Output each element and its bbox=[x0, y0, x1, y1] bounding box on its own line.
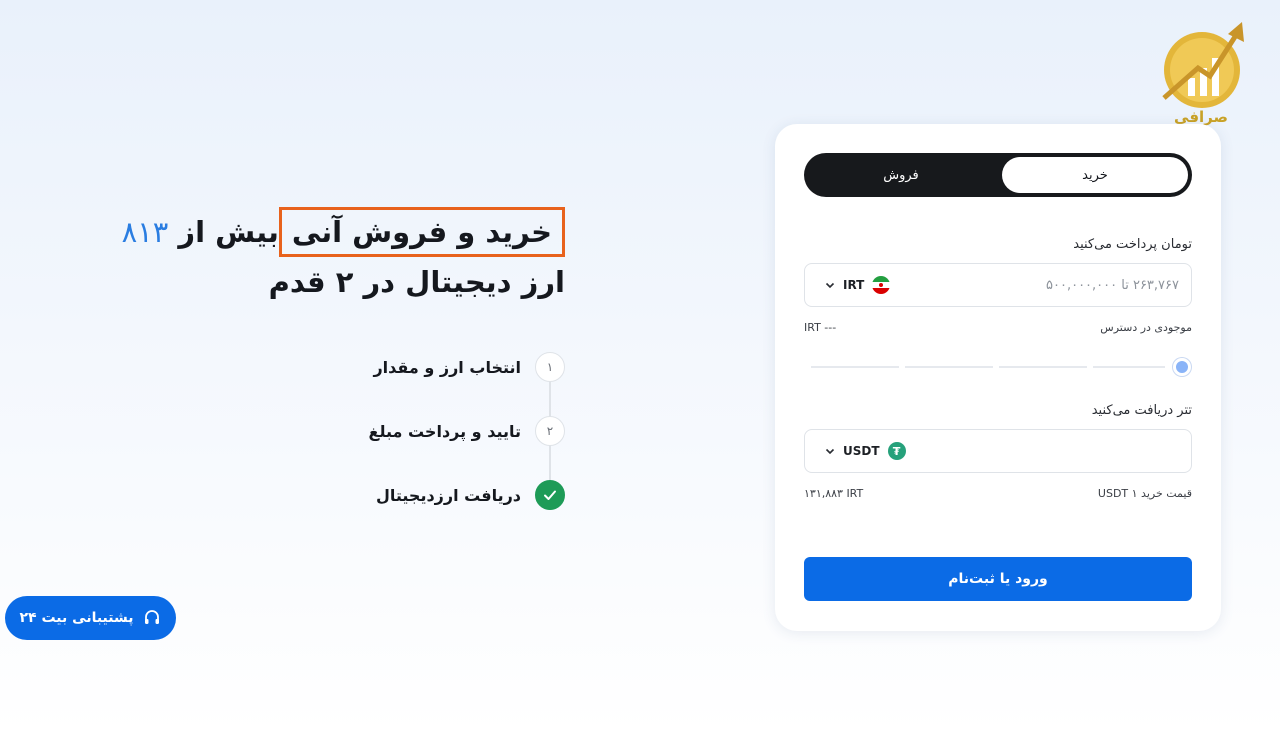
slider-track-3 bbox=[999, 366, 1087, 368]
slider-track-4 bbox=[1093, 366, 1165, 368]
receive-currency-code: USDT bbox=[843, 444, 880, 458]
headline-line-1: خرید و فروش آنیبیش از ۸۱۳ bbox=[122, 207, 565, 257]
receive-label: تتر دریافت می‌کنید bbox=[1091, 403, 1192, 418]
support-label: پشتیبانی بیت ۲۴ bbox=[19, 610, 134, 626]
receive-field[interactable]: USDT ₮ bbox=[804, 429, 1192, 473]
pay-amount-placeholder: ۲۶۳,۷۶۷ تا ۵۰۰,۰۰۰,۰۰۰ bbox=[1046, 277, 1179, 293]
step-2: ۲ تایید و پرداخت مبلغ bbox=[369, 416, 565, 446]
buy-sell-toggle: خرید فروش bbox=[804, 153, 1192, 197]
receive-currency-select[interactable]: USDT ₮ bbox=[825, 430, 906, 472]
headline-highlight: خرید و فروش آنی bbox=[278, 207, 565, 257]
login-register-button[interactable]: ورود یا ثبت‌نام bbox=[804, 557, 1192, 601]
available-value: IRT --- bbox=[804, 321, 837, 334]
pay-amount-field[interactable]: ۲۶۳,۷۶۷ تا ۵۰۰,۰۰۰,۰۰۰ IRT bbox=[804, 263, 1192, 307]
trade-card: خرید فروش تومان پرداخت می‌کنید ۲۶۳,۷۶۷ ت… bbox=[775, 124, 1221, 631]
steps-list: ۱ انتخاب ارز و مقدار ۲ تایید و پرداخت مب… bbox=[369, 352, 570, 512]
step-1-label: انتخاب ارز و مقدار bbox=[373, 357, 521, 377]
slider-track-2 bbox=[905, 366, 993, 368]
price-label: قیمت خرید ۱ USDT bbox=[1097, 487, 1192, 500]
tether-icon: ₮ bbox=[887, 442, 906, 460]
hero-headline: خرید و فروش آنیبیش از ۸۱۳ ارز دیجیتال در… bbox=[122, 207, 565, 307]
headline-count: ۸۱۳ bbox=[121, 215, 169, 249]
step-3: دریافت ارزدیجیتال bbox=[376, 480, 565, 510]
step-1: ۱ انتخاب ارز و مقدار bbox=[373, 352, 565, 382]
price-value: ۱۳۱,۸۸۳ IRT bbox=[804, 487, 864, 500]
step-2-number: ۲ bbox=[535, 416, 565, 446]
support-button[interactable]: پشتیبانی بیت ۲۴ bbox=[5, 596, 176, 640]
slider-handle[interactable] bbox=[1173, 358, 1191, 376]
pay-currency-code: IRT bbox=[843, 278, 865, 292]
step-3-label: دریافت ارزدیجیتال bbox=[375, 485, 521, 505]
iran-flag-icon bbox=[872, 276, 891, 294]
amount-slider[interactable] bbox=[811, 357, 1191, 377]
headline-more-than: بیش از bbox=[178, 215, 279, 249]
tab-buy[interactable]: خرید bbox=[1002, 157, 1188, 193]
pay-currency-select[interactable]: IRT bbox=[825, 264, 891, 306]
step-2-label: تایید و پرداخت مبلغ bbox=[368, 421, 521, 441]
step-1-number: ۱ bbox=[535, 352, 565, 382]
pay-label: تومان پرداخت می‌کنید bbox=[1073, 237, 1192, 252]
check-icon bbox=[535, 480, 565, 510]
headline-line-2: ارز دیجیتال در ۲ قدم bbox=[268, 265, 565, 299]
chevron-down-icon bbox=[825, 448, 835, 455]
tab-sell[interactable]: فروش bbox=[808, 157, 994, 193]
headset-icon bbox=[145, 610, 160, 624]
available-label: موجودی در دسترس bbox=[1100, 321, 1192, 334]
slider-track-1 bbox=[811, 366, 899, 368]
chevron-down-icon bbox=[825, 282, 835, 289]
